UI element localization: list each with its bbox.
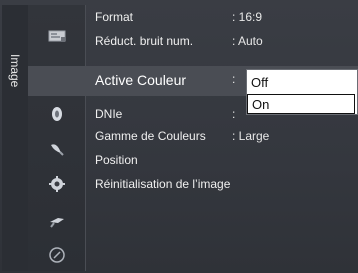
dropdown-option-on[interactable]: On (247, 94, 355, 114)
icon-column (28, 5, 86, 271)
menu-item-label: DNIe (95, 107, 123, 121)
menu-item-digital-noise-reduction-value: : Auto (232, 34, 263, 48)
menu-item-active-color[interactable]: Active Couleur (95, 72, 186, 88)
menu-item-digital-noise-reduction[interactable]: Réduct. bruit num. (95, 34, 193, 48)
menu-item-label: Position (95, 153, 138, 167)
menu-item-label: Réduct. bruit num. (95, 34, 194, 48)
menu-item-active-color-value: : (232, 72, 236, 86)
support-circle-icon[interactable] (48, 246, 66, 264)
menu-item-position[interactable]: Position (95, 153, 138, 167)
active-color-dropdown[interactable]: Off On (246, 69, 358, 115)
menu-item-label: Gamme de Couleurs (95, 129, 206, 143)
gear-icon[interactable] (48, 175, 66, 193)
menu-item-reset-image[interactable]: Réinitialisation de l’image (95, 177, 230, 191)
picture-icon[interactable] (48, 27, 66, 45)
menu-item-dnie-value: : (232, 107, 236, 121)
sound-icon[interactable] (48, 105, 66, 123)
menu-item-label: Format (95, 10, 134, 24)
dropdown-option-off[interactable]: Off (247, 73, 355, 93)
input-plug-icon[interactable] (48, 212, 66, 230)
menu-item-format-value: : 16:9 (232, 10, 263, 24)
menu-item-format[interactable]: Format (95, 10, 133, 24)
category-tab: Image (2, 5, 28, 271)
menu-item-label: Active Couleur (95, 72, 187, 88)
menu-item-color-gamut[interactable]: Gamme de Couleurs (95, 129, 206, 143)
menu-item-color-gamut-value: : Large (232, 129, 270, 143)
satellite-dish-icon[interactable] (48, 140, 66, 158)
category-tab-label: Image (8, 54, 22, 88)
menu-item-label: Réinitialisation de l’image (95, 177, 231, 191)
osd-menu: Image Format: 16:9 Réduct. bruit num.:… (0, 0, 358, 273)
menu-item-dnie[interactable]: DNIe (95, 107, 122, 121)
